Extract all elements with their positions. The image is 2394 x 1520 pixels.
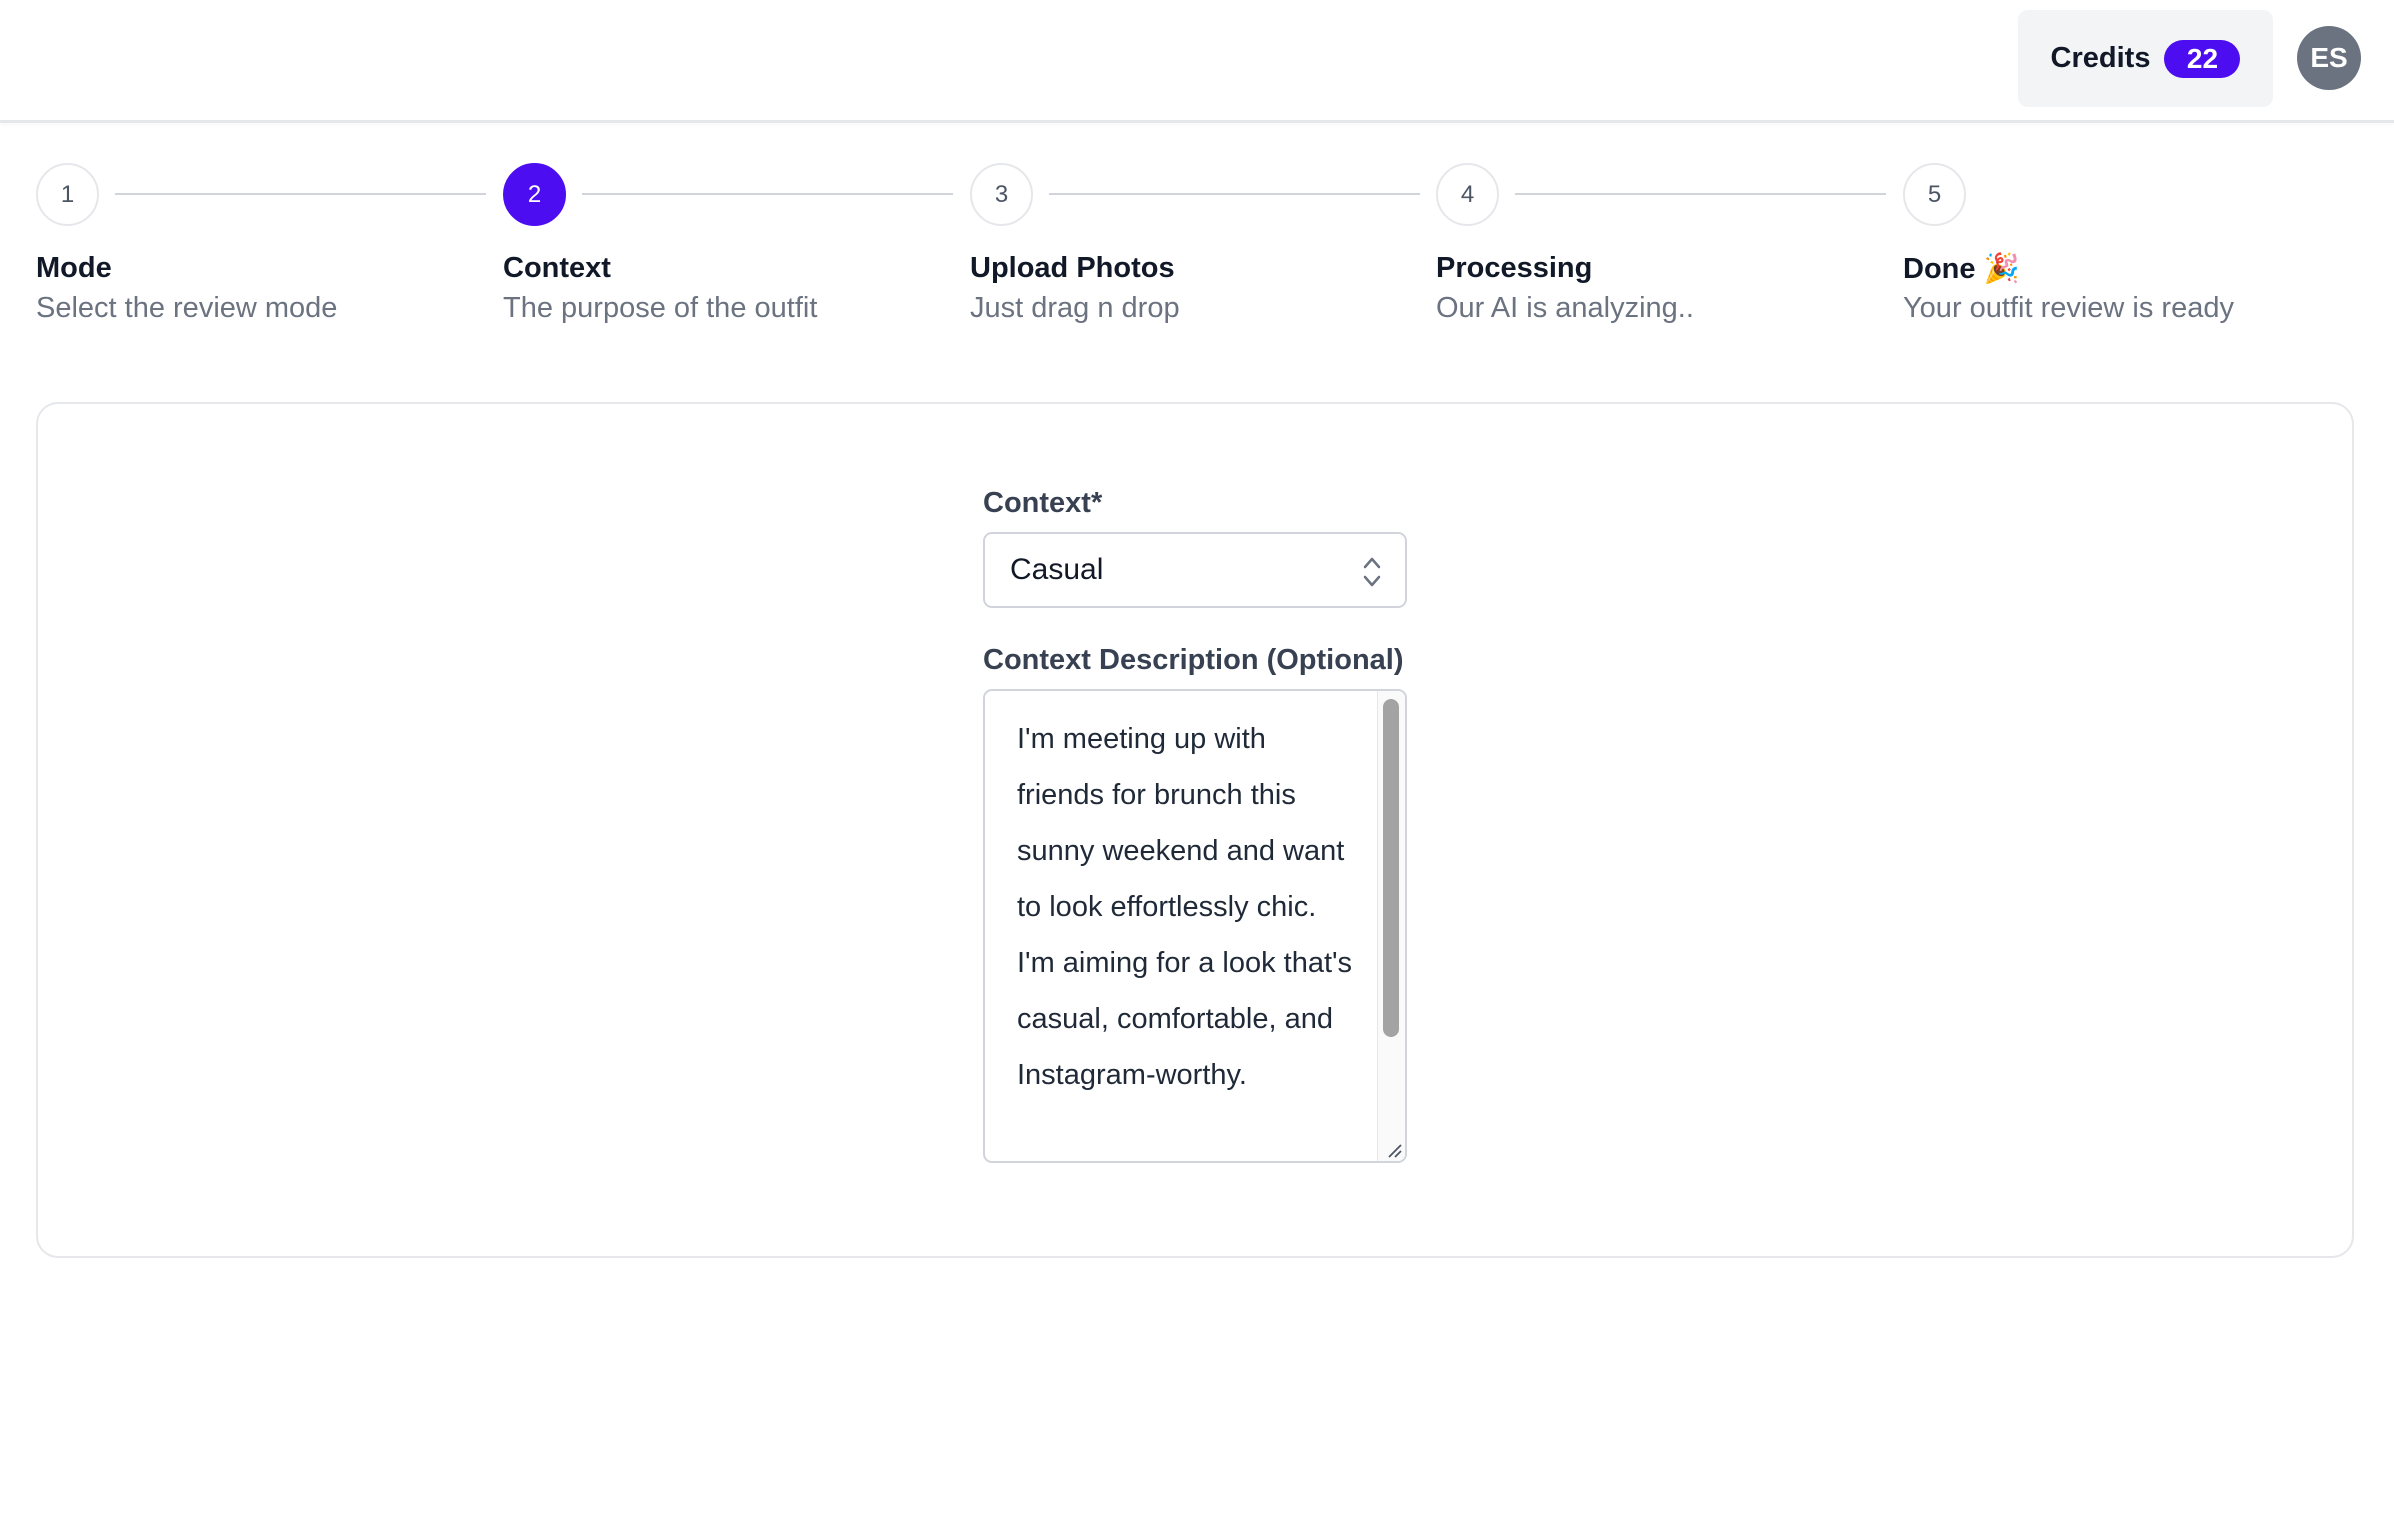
context-label: Context* [983, 487, 1103, 519]
textarea-scrollbar[interactable] [1377, 691, 1405, 1161]
step-1-subtitle: Select the review mode [36, 292, 338, 324]
resize-handle-icon[interactable] [1385, 1141, 1403, 1159]
step-1-indicator: 1 [36, 163, 99, 226]
step-3-indicator: 3 [970, 163, 1033, 226]
chevron-up-down-icon [1363, 557, 1381, 587]
step-3-subtitle: Just drag n drop [970, 292, 1180, 324]
step-2-title: Context [503, 252, 611, 284]
step-connector [1515, 193, 1886, 195]
step-4-subtitle: Our AI is analyzing.. [1436, 292, 1694, 324]
step-5-title: Done 🎉 [1903, 253, 2020, 285]
context-select-value: Casual [1010, 553, 1104, 586]
context-description-textarea[interactable]: I'm meeting up with friends for brunch t… [983, 689, 1407, 1163]
step-connector [1049, 193, 1420, 195]
step-5-indicator: 5 [1903, 163, 1966, 226]
progress-stepper: 1 Mode Select the review mode 2 Context … [0, 0, 2394, 360]
step-2-indicator: 2 [503, 163, 566, 226]
step-1-title: Mode [36, 252, 112, 284]
context-description-text: I'm meeting up with friends for brunch t… [1017, 723, 1353, 1091]
step-2-subtitle: The purpose of the outfit [503, 292, 818, 324]
step-3-title: Upload Photos [970, 252, 1175, 284]
step-connector [582, 193, 953, 195]
step-connector [115, 193, 486, 195]
context-select[interactable]: Casual [983, 532, 1407, 608]
step-4-title: Processing [1436, 252, 1593, 284]
context-description-label: Context Description (Optional) [983, 644, 1404, 676]
step-4-indicator: 4 [1436, 163, 1499, 226]
step-5-subtitle: Your outfit review is ready [1903, 292, 2234, 324]
scrollbar-thumb[interactable] [1383, 699, 1399, 1037]
